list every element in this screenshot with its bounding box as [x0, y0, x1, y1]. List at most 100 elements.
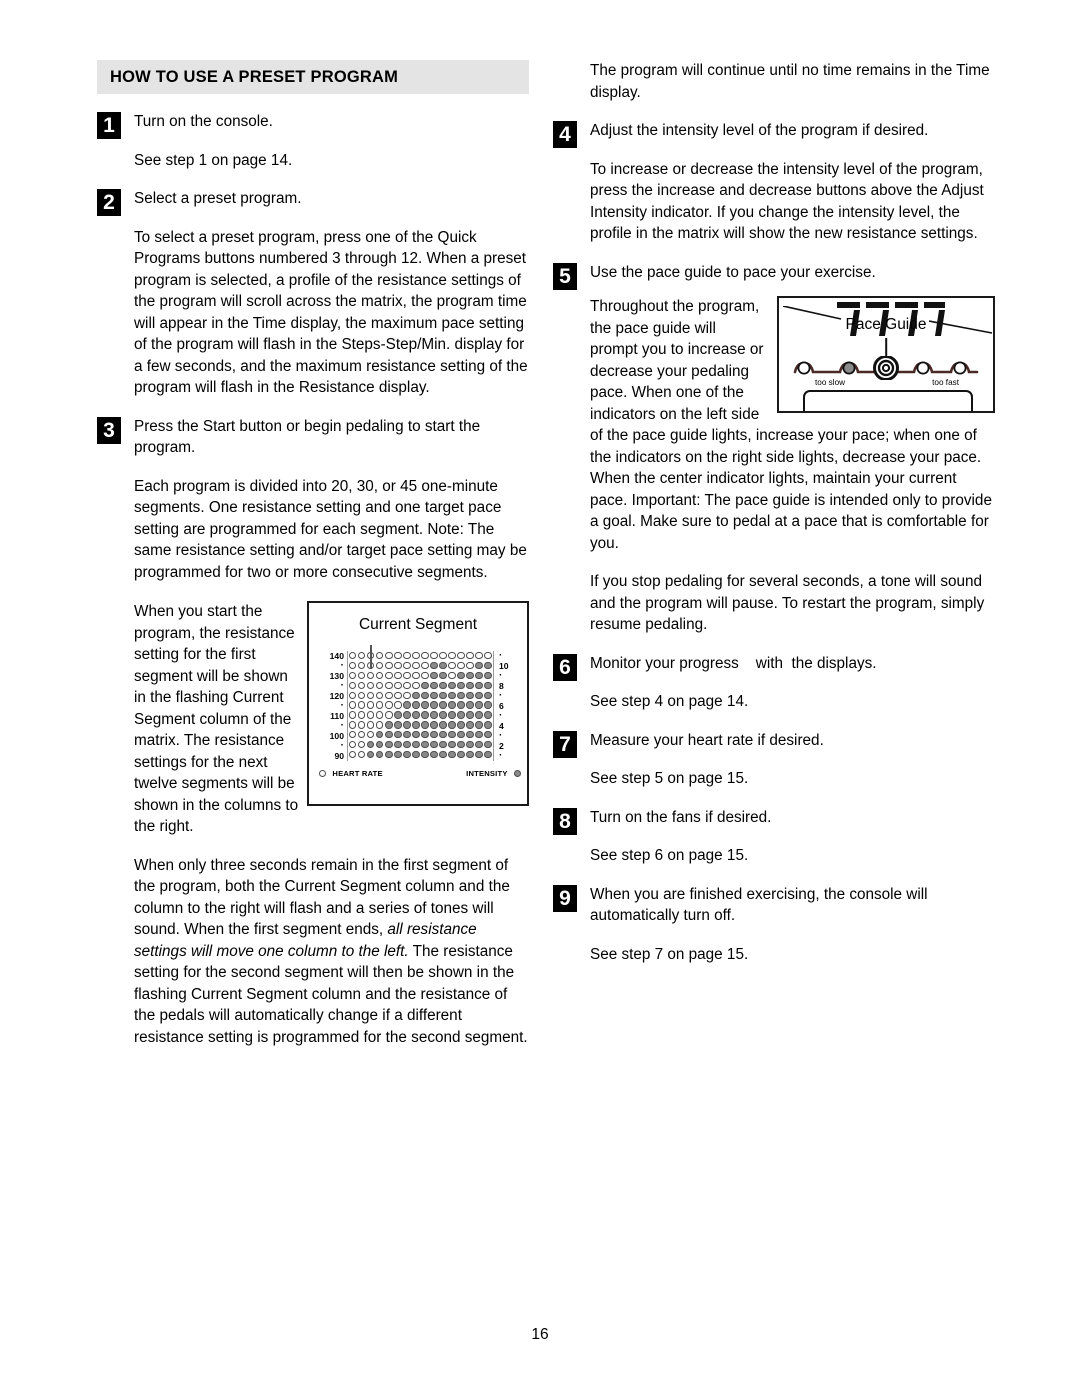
matrix-dot-open [376, 711, 384, 719]
matrix-right-axis-label: 10 [499, 661, 509, 671]
matrix-dot-filled [385, 731, 393, 739]
matrix-dot-filled [430, 671, 438, 680]
matrix-dot-open [349, 740, 357, 749]
pace-guide-too-fast-label: too fast [932, 378, 959, 387]
matrix-dot-filled [439, 731, 447, 739]
matrix-dot-filled [412, 721, 420, 729]
matrix-dot-filled [403, 701, 411, 709]
step-4-number: 4 [553, 121, 577, 148]
matrix-dot-filled [466, 750, 474, 759]
step-8: 8 Turn on the fans if desired. [553, 807, 995, 835]
matrix-left-axis-label: 100 [329, 731, 344, 741]
current-segment-pointer-line [370, 645, 372, 669]
matrix-dot-filled [457, 711, 465, 719]
matrix-dot-filled [376, 750, 384, 759]
left-column: HOW TO USE A PRESET PROGRAM 1 Turn on th… [97, 60, 529, 1048]
matrix-dot-filled [457, 740, 465, 749]
matrix-dot-open [448, 671, 456, 680]
matrix-dot-open [403, 652, 411, 660]
matrix-dot-open [358, 740, 366, 749]
matrix-right-axis-label: 4 [499, 721, 504, 731]
matrix-dot-filled [394, 750, 402, 759]
matrix-dot-filled [412, 711, 420, 719]
matrix-dot-filled [394, 731, 402, 739]
matrix-dot-filled [466, 681, 474, 690]
matrix-dot-open [358, 731, 366, 739]
matrix-dot-filled [421, 740, 429, 749]
matrix-dot-filled [403, 740, 411, 749]
matrix-dot-filled [412, 691, 420, 699]
legend-intensity: INTENSITY [466, 769, 521, 778]
matrix-dot-filled [475, 740, 483, 749]
matrix-left-axis: 140 · 130 · 120 · 110 · 100 · 90 [317, 651, 347, 761]
matrix-row [349, 681, 492, 691]
matrix-dot-filled [448, 750, 456, 759]
matrix-dot-filled [403, 721, 411, 729]
matrix-dot-filled [466, 671, 474, 680]
matrix-dot-filled [430, 661, 438, 670]
matrix-dot-filled [439, 701, 447, 709]
matrix-dot-filled [457, 671, 465, 680]
pace-indicator-2-on [842, 361, 856, 375]
matrix-left-axis-label: 130 [329, 671, 344, 681]
matrix-dot-open [403, 691, 411, 699]
matrix-dot-open [403, 661, 411, 670]
matrix-dot-filled [475, 671, 483, 680]
matrix-right-axis-label: 6 [499, 701, 504, 711]
matrix-dot-open [367, 711, 375, 719]
matrix-dot-filled [394, 711, 402, 719]
matrix-dot-open [349, 731, 357, 739]
pace-guide-labels: too slow too fast [793, 378, 979, 390]
matrix-dot-filled [475, 750, 483, 759]
pace-guide-indicator-track [793, 356, 979, 380]
matrix-row [349, 740, 492, 750]
matrix-dot-filled [466, 740, 474, 749]
matrix-dot-open [376, 661, 384, 670]
step-7-text: Measure your heart rate if desired. [590, 731, 824, 749]
matrix-dot-filled [403, 711, 411, 719]
matrix-dot-filled [430, 721, 438, 729]
pace-guide-figure: Pace Guide too slow too fast [777, 296, 995, 413]
matrix-right-axis-label: · [499, 750, 503, 761]
matrix-dot-open [358, 652, 366, 660]
matrix-dot-open [448, 652, 456, 660]
step-2-text: Select a preset program. [134, 190, 302, 207]
matrix-dot-filled [457, 721, 465, 729]
matrix-left-axis-label: 140 [329, 651, 344, 661]
right-intro-paragraph: The program will continue until no time … [590, 62, 990, 101]
step-3-paragraph-1: Each program is divided into 20, 30, or … [134, 477, 527, 581]
step-8-followup: See step 6 on page 15. [590, 847, 749, 864]
matrix-row [349, 731, 492, 740]
step-6-followup: See step 4 on page 14. [590, 693, 749, 710]
matrix-dot-filled [412, 750, 420, 759]
matrix-left-axis-label: 90 [334, 751, 344, 761]
matrix-dot-open [367, 671, 375, 680]
step-3-paragraph-3: When only three seconds remain in the fi… [97, 855, 529, 1049]
matrix-row [349, 671, 492, 681]
matrix-dot-filled [439, 740, 447, 749]
matrix-dot-filled [484, 661, 492, 670]
matrix-dot-filled [376, 740, 384, 749]
manual-page: HOW TO USE A PRESET PROGRAM 1 Turn on th… [0, 0, 1080, 1397]
step-1-text: Turn on the console. [134, 113, 273, 130]
matrix-dot-filled [484, 711, 492, 719]
matrix-row [349, 721, 492, 730]
matrix-dot-filled [475, 711, 483, 719]
matrix-dot-filled [475, 701, 483, 709]
matrix-dot-filled [457, 731, 465, 739]
matrix-dot-open [394, 681, 402, 690]
section-header-bar: HOW TO USE A PRESET PROGRAM [97, 60, 529, 94]
matrix-left-axis-label: · [340, 660, 344, 671]
current-segment-wrap-block: Current Segment 140 · 130 · 120 · 110 · 100 · 90 ·… [97, 601, 529, 838]
matrix-dot-filled [484, 740, 492, 749]
matrix-dot-open [376, 691, 384, 699]
matrix-dot-filled [403, 731, 411, 739]
matrix-right-axis-label: · [499, 650, 503, 661]
matrix-dot-filled [475, 661, 483, 670]
matrix-dot-open [394, 671, 402, 680]
filled-dot-icon [513, 769, 521, 778]
matrix-dot-filled [367, 740, 375, 749]
matrix-dot-open [376, 652, 384, 660]
matrix-dot-filled [385, 750, 393, 759]
step-8-text: Turn on the fans if desired. [590, 808, 772, 826]
